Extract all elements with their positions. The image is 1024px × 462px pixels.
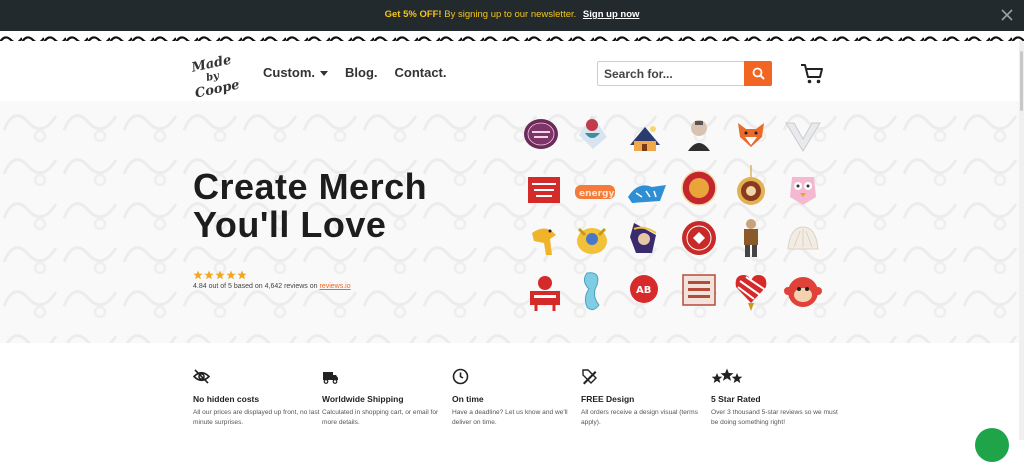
pin-red-seal[interactable]: [680, 219, 718, 257]
feature-no-hidden-costs: No hidden costs All our prices are displ…: [193, 368, 321, 428]
feature-title: Worldwide Shipping: [322, 394, 404, 404]
product-pin-gallery: energy AB: [522, 113, 822, 323]
rating-summary: 4.84 out of 5 based on 4,642 reviews on …: [193, 283, 351, 290]
page-scrollbar[interactable]: [1019, 41, 1024, 440]
feature-desc: Over 3 thousand 5-star reviews so we mus…: [711, 409, 838, 426]
three-stars-icon: [711, 368, 743, 383]
feature-desc: All our prices are displayed up front, n…: [193, 409, 320, 426]
feature-title: On time: [452, 394, 484, 404]
design-tools-icon: [582, 369, 597, 385]
pin-pendant-coin[interactable]: [732, 165, 770, 209]
decorative-pattern-strip: [0, 31, 1024, 41]
reviews-io-link[interactable]: reviews.io: [320, 283, 351, 290]
pin-energy[interactable]: energy: [573, 173, 617, 211]
nav-custom[interactable]: Custom.: [263, 65, 328, 80]
pin-monkey[interactable]: [784, 273, 822, 311]
star-icon: [226, 270, 236, 280]
star-half-icon: [237, 270, 247, 280]
signup-link[interactable]: Sign up now: [583, 9, 639, 20]
pin-white-v[interactable]: [784, 117, 822, 155]
clock-icon: [452, 368, 469, 385]
pin-pink-owl[interactable]: [784, 169, 822, 207]
search-icon: [752, 67, 765, 80]
search-box: [597, 61, 772, 86]
pin-portrait-man[interactable]: [680, 115, 718, 153]
pin-ab-badge[interactable]: AB: [628, 273, 660, 305]
promo-message: Get 5% OFF! By signing up to our newslet…: [0, 9, 1024, 20]
pin-rabbit-print[interactable]: [680, 271, 718, 309]
feature-free-design: FREE Design All orders receive a design …: [581, 368, 709, 428]
pin-fox[interactable]: [732, 115, 770, 153]
feature-title: 5 Star Rated: [711, 394, 761, 404]
feature-on-time: On time Have a deadline? Let us know and…: [452, 368, 580, 428]
pin-yellow-pokemon[interactable]: [573, 219, 611, 257]
search-button[interactable]: [744, 61, 772, 86]
pin-house-night[interactable]: [626, 119, 664, 157]
feature-desc: All orders receive a design visual (term…: [581, 409, 698, 426]
hero-heading-line1: Create Merch: [193, 166, 428, 207]
pin-seahorse[interactable]: [573, 269, 611, 315]
pin-blue-tiger[interactable]: [626, 173, 668, 211]
cart-icon[interactable]: [800, 63, 824, 85]
pin-about-beauty[interactable]: [522, 115, 560, 153]
star-icon: [215, 270, 225, 280]
made-by-cooper-logo[interactable]: Made by Cooper: [192, 53, 240, 99]
pin-soldier[interactable]: [732, 217, 770, 259]
pin-bird[interactable]: [526, 221, 564, 259]
close-icon[interactable]: [1001, 9, 1013, 21]
feature-5-star-rated: 5 Star Rated Over 3 thousand 5-star revi…: [711, 368, 839, 428]
promo-banner: Get 5% OFF! By signing up to our newslet…: [0, 0, 1024, 31]
hero-background: [0, 100, 1024, 343]
feature-worldwide-shipping: Worldwide Shipping Calculated in shoppin…: [322, 368, 450, 428]
pin-red-creature[interactable]: [526, 271, 564, 313]
pin-white-shell[interactable]: [784, 221, 822, 259]
svg-text:AB: AB: [636, 285, 651, 296]
feature-highlights: No hidden costs All our prices are displ…: [193, 368, 893, 438]
pin-red-label[interactable]: [526, 171, 564, 209]
feature-title: No hidden costs: [193, 394, 260, 404]
scrollbar-thumb[interactable]: [1020, 51, 1023, 111]
eye-off-icon: [193, 369, 210, 384]
nav-blog-label: Blog.: [345, 65, 378, 80]
chat-widget-button[interactable]: [975, 428, 1009, 462]
star-icon: [193, 270, 203, 280]
pin-heart-stripes[interactable]: [732, 269, 770, 313]
feature-desc: Calculated in shopping cart, or email fo…: [322, 409, 439, 426]
truck-icon: [323, 372, 338, 384]
pin-witch[interactable]: [626, 219, 664, 257]
feature-desc: Have a deadline? Let us know and we'll d…: [452, 409, 568, 426]
rating-stars: [193, 270, 247, 280]
nav-custom-label: Custom.: [263, 65, 315, 80]
promo-text: By signing up to our newsletter.: [444, 9, 577, 20]
hero-heading: Create Merch You'll Love: [193, 168, 427, 244]
nav-blog[interactable]: Blog.: [345, 65, 378, 80]
svg-text:energy: energy: [579, 189, 614, 199]
pin-mermaid[interactable]: [573, 113, 611, 151]
feature-title: FREE Design: [581, 394, 635, 404]
nav-contact[interactable]: Contact.: [395, 65, 447, 80]
promo-highlight: Get 5% OFF!: [384, 9, 442, 20]
rating-summary-text: 4.84 out of 5 based on 4,642 reviews on: [193, 283, 318, 290]
nav-contact-label: Contact.: [394, 65, 447, 80]
pin-red-round[interactable]: [680, 169, 718, 207]
star-icon: [204, 270, 214, 280]
site-header: Made by Cooper Custom. Blog. Contact.: [0, 41, 1024, 101]
hero-heading-line2: You'll Love: [193, 204, 387, 245]
chevron-down-icon: [320, 70, 328, 76]
main-nav: Custom. Blog. Contact.: [263, 65, 447, 80]
search-input[interactable]: [604, 65, 742, 82]
